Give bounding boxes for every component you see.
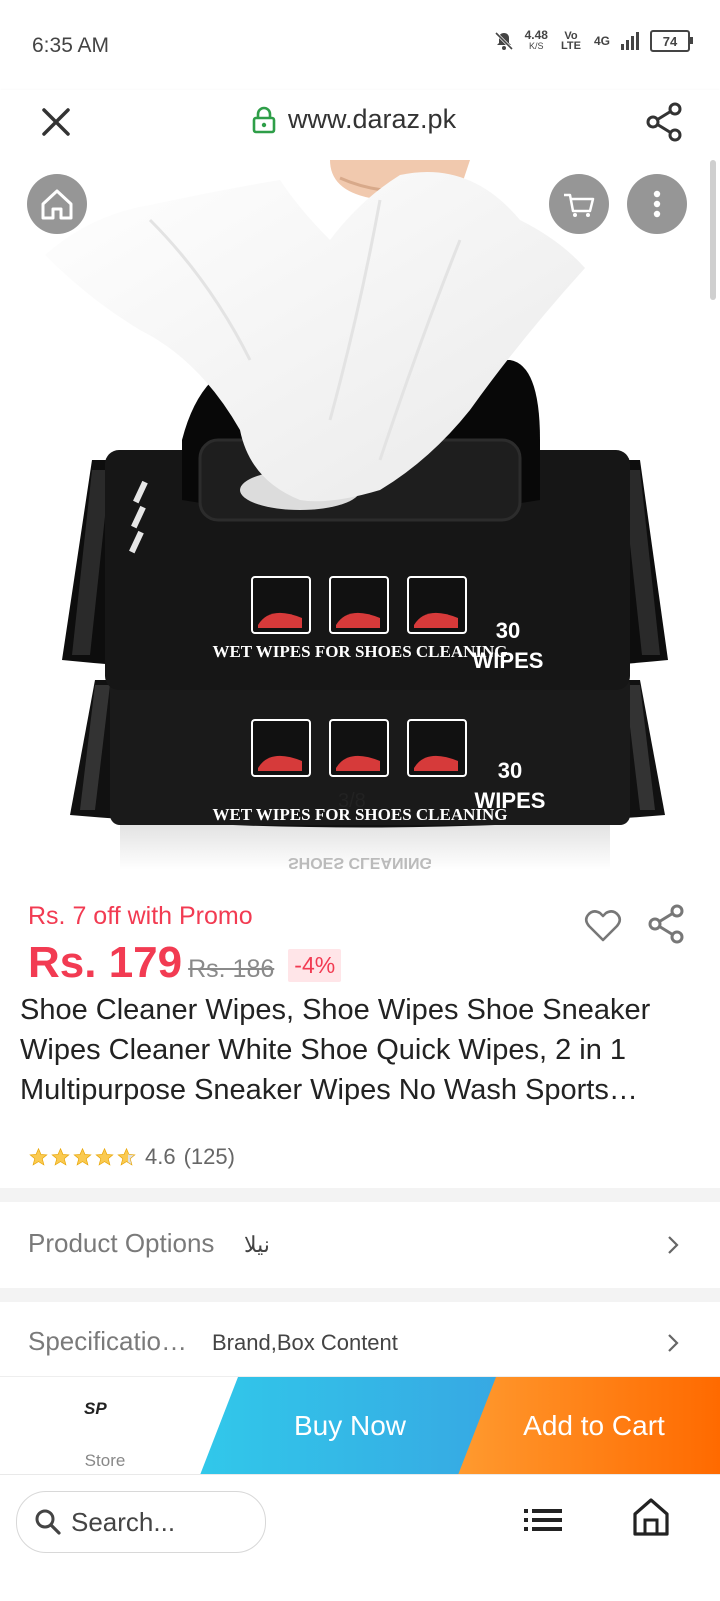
store-label: Store: [84, 1451, 126, 1470]
rating-summary[interactable]: 4.6 (125): [28, 1144, 235, 1170]
chevron-right-icon: [668, 1334, 679, 1352]
home-icon: [41, 189, 73, 220]
volte-indicator: Vo LTE: [561, 30, 581, 52]
product-info: Rs. 7 off with Promo Rs. 179 Rs. 186 -4%…: [0, 880, 720, 1180]
url-display[interactable]: www.daraz.pk: [252, 104, 456, 135]
battery-level: 74: [662, 33, 678, 49]
pack-unit-2: WIPES: [475, 788, 546, 813]
network-type: 4G: [593, 34, 610, 48]
discount-badge: -4%: [288, 949, 342, 982]
star-icon: [51, 1147, 70, 1166]
price-row: Rs. 179 Rs. 186 -4%: [28, 938, 342, 988]
specifications-value: Brand,Box Content: [212, 1330, 398, 1355]
scrollbar[interactable]: [710, 160, 716, 300]
product-share-icon[interactable]: [646, 902, 686, 946]
net-speed-value: 4.48: [524, 28, 548, 42]
pack-count-2: 30: [498, 758, 522, 783]
product-options-value: نیلا: [244, 1232, 270, 1257]
cart-button[interactable]: [549, 174, 609, 234]
search-placeholder: Search...: [71, 1506, 176, 1537]
store-button[interactable]: SP Store: [0, 1377, 210, 1475]
search-icon: [35, 1509, 61, 1535]
buy-now-label: Buy Now: [293, 1410, 407, 1441]
url-text: www.daraz.pk: [288, 104, 457, 134]
cart-icon: [564, 193, 595, 217]
image-counter: 3/8: [338, 790, 366, 812]
share-icon[interactable]: [644, 100, 684, 144]
pack-unit-1: WIPES: [473, 648, 544, 673]
star-icon: [29, 1147, 48, 1166]
pack-caption-1: WET WIPES FOR SHOES CLEANING: [212, 642, 507, 661]
specifications-label: Specificatio…: [28, 1326, 187, 1356]
mute-icon: [494, 31, 513, 51]
browser-bottom-bar: Search...: [0, 1474, 720, 1601]
promo-text[interactable]: Rs. 7 off with Promo: [28, 902, 253, 931]
home-button[interactable]: [27, 174, 87, 234]
section-divider: [0, 1188, 720, 1202]
more-options-button[interactable]: [627, 174, 687, 234]
list-menu-icon[interactable]: [524, 1505, 562, 1535]
specifications-row[interactable]: Specificatio… Brand,Box Content: [0, 1302, 720, 1376]
review-count: (125): [183, 1144, 235, 1169]
product-title: Shoe Cleaner Wipes, Shoe Wipes Shoe Snea…: [20, 994, 651, 1106]
store-logo: SP: [84, 1399, 107, 1418]
add-to-cart-label: Add to Cart: [523, 1410, 665, 1441]
rating-stars: [28, 1147, 137, 1167]
lock-icon: [252, 106, 276, 133]
original-price: Rs. 186: [188, 955, 275, 983]
product-image-gallery[interactable]: SHOES CLEANING WET WIPES FOR SHOES CLEAN…: [0, 160, 720, 880]
current-price: Rs. 179: [28, 938, 183, 987]
section-divider: [0, 1288, 720, 1302]
product-options-row[interactable]: Product Options نیلا: [0, 1202, 720, 1288]
close-icon[interactable]: [38, 104, 74, 140]
buy-now-button[interactable]: Buy Now: [200, 1377, 500, 1475]
battery-icon: 74: [650, 30, 693, 52]
product-image: SHOES CLEANING WET WIPES FOR SHOES CLEAN…: [45, 160, 668, 871]
product-options-label: Product Options: [28, 1228, 215, 1258]
add-to-cart-button[interactable]: Add to Cart: [458, 1377, 720, 1475]
chevron-right-icon: [668, 1236, 679, 1254]
star-icon: [73, 1147, 92, 1166]
net-speed-unit: K/S: [529, 41, 544, 51]
purchase-action-bar: SP Store Buy Now Add to Cart: [0, 1376, 720, 1475]
rating-value: 4.6: [145, 1144, 176, 1169]
net-speed: 4.48 K/S: [524, 28, 548, 52]
status-icons: 4.48 K/S Vo LTE 4G 74: [493, 28, 693, 52]
more-vert-icon: [653, 190, 661, 218]
reflection-text: SHOES CLEANING: [288, 854, 432, 871]
pack-count-1: 30: [496, 618, 520, 643]
browser-home-icon[interactable]: [632, 1497, 670, 1537]
browser-url-bar: www.daraz.pk: [0, 90, 720, 161]
star-icon: [117, 1147, 136, 1166]
status-bar: 6:35 AM 4.48 K/S Vo LTE 4G 74: [0, 0, 720, 90]
signal-icon: [621, 32, 639, 50]
star-icon: [95, 1147, 114, 1166]
search-box[interactable]: Search...: [16, 1491, 266, 1553]
wishlist-heart-icon[interactable]: [584, 908, 622, 944]
status-time: 6:35 AM: [32, 34, 110, 57]
